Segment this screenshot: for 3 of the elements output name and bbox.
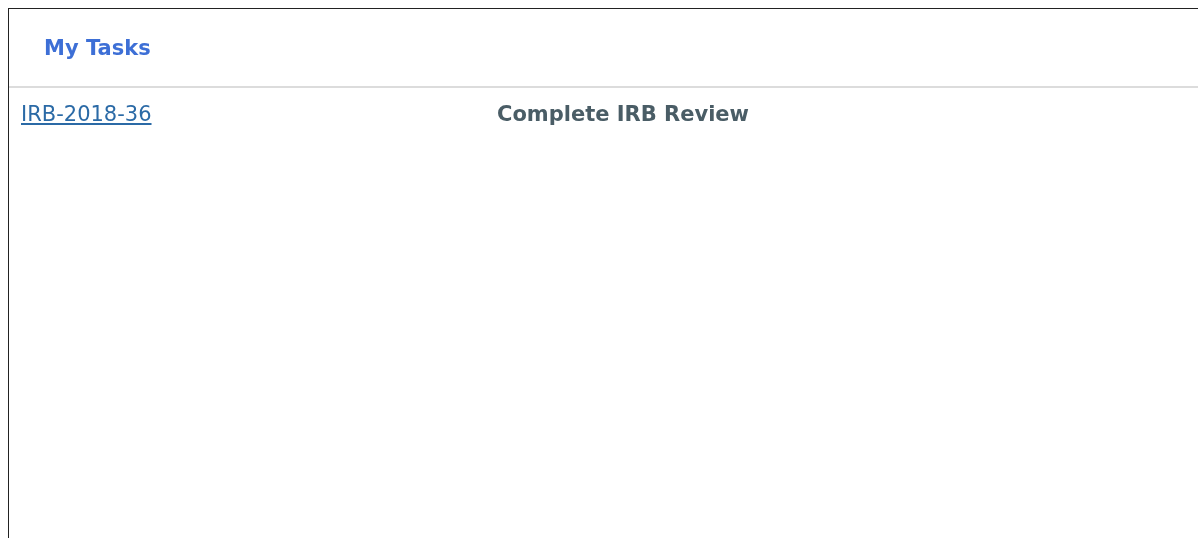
- task-link[interactable]: IRB-2018-36: [21, 102, 152, 126]
- panel-title: My Tasks: [44, 35, 151, 60]
- task-name: Complete IRB Review: [496, 102, 749, 126]
